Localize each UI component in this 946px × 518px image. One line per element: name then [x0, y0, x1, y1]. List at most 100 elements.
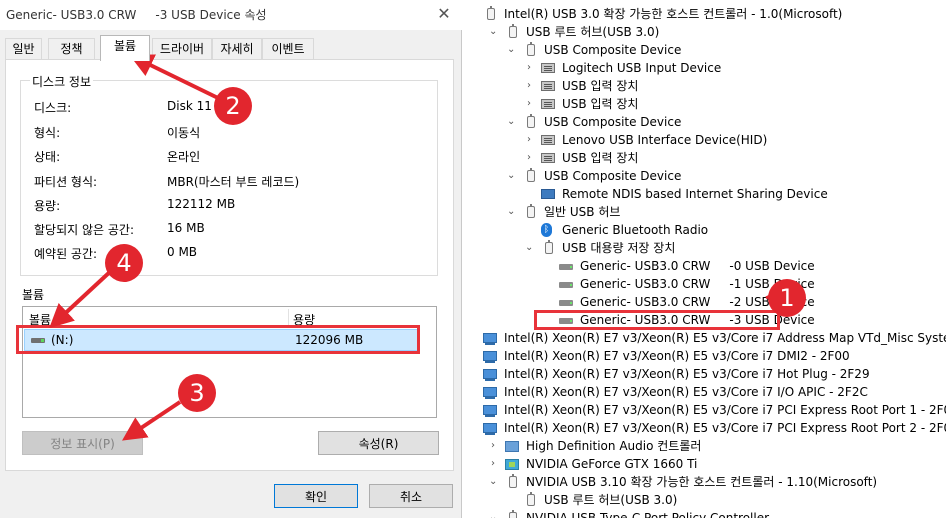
tree-item[interactable]: Remote NDIS based Internet Sharing Devic… — [463, 185, 946, 203]
cancel-button[interactable]: 취소 — [369, 484, 453, 508]
chevron-right-icon[interactable]: › — [525, 95, 533, 113]
tree-item[interactable]: ⌄ USB Composite Device — [463, 167, 946, 185]
tree-item-label: USB 입력 장치 — [562, 97, 639, 111]
tree-item[interactable]: › USB 입력 장치 — [463, 149, 946, 167]
chevron-right-icon[interactable]: › — [525, 77, 533, 95]
usb-device-icon — [527, 114, 535, 128]
usb-device-icon — [527, 204, 535, 218]
disk-info-title: 디스크 정보 — [30, 73, 94, 90]
chevron-down-icon[interactable]: ⌄ — [507, 113, 515, 131]
hid-device-icon — [541, 63, 555, 73]
disk-device-icon — [559, 300, 573, 306]
tree-item[interactable]: Intel(R) Xeon(R) E7 v3/Xeon(R) E5 v3/Cor… — [463, 419, 946, 437]
tree-item[interactable]: Generic- USB3.0 CRW -1 USB Device — [463, 275, 946, 293]
tree-item[interactable]: Generic- USB3.0 CRW -2 USB Device — [463, 293, 946, 311]
chevron-down-icon[interactable]: ⌄ — [489, 473, 497, 491]
badge-1: 1 — [768, 279, 806, 317]
unallocated-label: 할당되지 않은 공간: — [34, 223, 134, 237]
tree-item-label: Intel(R) USB 3.0 확장 가능한 호스트 컨트롤러 - 1.0(M… — [504, 7, 843, 21]
tree-item[interactable]: Intel(R) Xeon(R) E7 v3/Xeon(R) E5 v3/Cor… — [463, 401, 946, 419]
tab-driver[interactable]: 드라이버 — [152, 38, 212, 60]
hid-device-icon — [541, 99, 555, 109]
tab-volumes[interactable]: 볼륨 — [100, 35, 150, 61]
volume-list[interactable]: 볼륨 용량 (N:) 122096 MB — [22, 306, 437, 418]
tree-item-label: Intel(R) Xeon(R) E7 v3/Xeon(R) E5 v3/Cor… — [504, 331, 946, 345]
reserved-label: 예약된 공간: — [34, 247, 98, 261]
chevron-down-icon[interactable]: ⌄ — [489, 509, 497, 518]
usb-device-icon — [487, 6, 495, 20]
bt-device-icon: ᛒ — [541, 223, 552, 237]
chevron-right-icon[interactable]: › — [489, 455, 497, 473]
capacity-value: 122112 MB — [167, 197, 236, 211]
tree-item[interactable]: ⌄ NVIDIA USB 3.10 확장 가능한 호스트 컨트롤러 - 1.10(… — [463, 473, 946, 491]
tree-item-label: Generic- USB3.0 CRW -0 USB Device — [580, 259, 815, 273]
tree-item[interactable]: Intel(R) Xeon(R) E7 v3/Xeon(R) E5 v3/Cor… — [463, 365, 946, 383]
close-icon[interactable]: ✕ — [432, 3, 456, 25]
tree-item[interactable]: ⌄ 일반 USB 허브 — [463, 203, 946, 221]
tree-item[interactable]: Intel(R) USB 3.0 확장 가능한 호스트 컨트롤러 - 1.0(M… — [463, 5, 946, 23]
badge-2: 2 — [214, 87, 252, 125]
tree-item[interactable]: Intel(R) Xeon(R) E7 v3/Xeon(R) E5 v3/Cor… — [463, 329, 946, 347]
show-info-button[interactable]: 정보 표시(P) — [22, 431, 143, 455]
chevron-down-icon[interactable]: ⌄ — [525, 239, 533, 257]
chevron-right-icon[interactable]: › — [525, 131, 533, 149]
tree-item[interactable]: Intel(R) Xeon(R) E7 v3/Xeon(R) E5 v3/Cor… — [463, 383, 946, 401]
tree-item[interactable]: › USB 입력 장치 — [463, 95, 946, 113]
tree-item-label: 일반 USB 허브 — [544, 205, 621, 219]
chevron-right-icon[interactable]: › — [525, 59, 533, 77]
tree-item-label: USB 루트 허브(USB 3.0) — [526, 25, 660, 39]
partition-style-label: 파티션 형식: — [34, 175, 98, 189]
tree-item[interactable]: USB 루트 허브(USB 3.0) — [463, 491, 946, 509]
tree-item-label: Intel(R) Xeon(R) E7 v3/Xeon(R) E5 v3/Cor… — [504, 349, 850, 363]
usb-device-icon — [509, 474, 517, 488]
tree-item-label: USB Composite Device — [544, 115, 682, 129]
tree-item-label: Intel(R) Xeon(R) E7 v3/Xeon(R) E5 v3/Cor… — [504, 403, 946, 417]
tree-item-label: Intel(R) Xeon(R) E7 v3/Xeon(R) E5 v3/Cor… — [504, 367, 870, 381]
badge-4: 4 — [105, 244, 143, 282]
tree-item-label: Intel(R) Xeon(R) E7 v3/Xeon(R) E5 v3/Cor… — [504, 421, 946, 435]
tree-item-label: Remote NDIS based Internet Sharing Devic… — [562, 187, 828, 201]
chip-device-icon — [483, 423, 497, 435]
tree-item[interactable]: ⌄ NVIDIA USB Type-C Port Policy Controlle… — [463, 509, 946, 518]
chevron-down-icon[interactable]: ⌄ — [507, 167, 515, 185]
tree-item[interactable]: ⌄ USB 루트 허브(USB 3.0) — [463, 23, 946, 41]
tab-policy[interactable]: 정책 — [48, 38, 95, 60]
tree-item[interactable]: ⌄ USB Composite Device — [463, 113, 946, 131]
status-label: 상태: — [34, 150, 61, 164]
chevron-down-icon[interactable]: ⌄ — [489, 23, 497, 41]
tree-item[interactable]: Intel(R) Xeon(R) E7 v3/Xeon(R) E5 v3/Cor… — [463, 347, 946, 365]
chevron-down-icon[interactable]: ⌄ — [507, 203, 515, 221]
tab-general[interactable]: 일반 — [5, 38, 42, 60]
tree-item[interactable]: ᛒ Generic Bluetooth Radio — [463, 221, 946, 239]
chevron-right-icon[interactable]: › — [525, 149, 533, 167]
dialog-title-bar[interactable]: Generic- USB3.0 CRW -3 USB Device 속성 ✕ — [0, 0, 462, 30]
usb-device-icon — [509, 510, 517, 518]
hid-device-icon — [541, 81, 555, 91]
tree-item[interactable]: › USB 입력 장치 — [463, 77, 946, 95]
disk-device-icon — [559, 264, 573, 270]
tree-item[interactable]: › High Definition Audio 컨트롤러 — [463, 437, 946, 455]
tree-item[interactable]: ⌄ USB Composite Device — [463, 41, 946, 59]
tree-item[interactable]: › Lenovo USB Interface Device(HID) — [463, 131, 946, 149]
tree-item-label: Generic Bluetooth Radio — [562, 223, 709, 237]
type-label: 형식: — [34, 126, 61, 140]
tree-item[interactable]: Generic- USB3.0 CRW -0 USB Device — [463, 257, 946, 275]
tree-item-label: USB 대용량 저장 장치 — [562, 241, 676, 255]
partition-style-value: MBR(마스터 부트 레코드) — [167, 175, 300, 189]
properties-button[interactable]: 속성(R) — [318, 431, 439, 455]
properties-dialog: Generic- USB3.0 CRW -3 USB Device 속성 ✕ 일… — [0, 0, 462, 518]
ok-button[interactable]: 확인 — [274, 484, 358, 508]
device-manager-tree[interactable]: Intel(R) USB 3.0 확장 가능한 호스트 컨트롤러 - 1.0(M… — [463, 0, 946, 518]
usb-device-icon — [527, 492, 535, 506]
tab-details[interactable]: 자세히 — [212, 38, 262, 60]
status-value: 온라인 — [167, 150, 201, 164]
tree-item[interactable]: ⌄ USB 대용량 저장 장치 — [463, 239, 946, 257]
tree-item[interactable]: › NVIDIA GeForce GTX 1660 Ti — [463, 455, 946, 473]
tree-item[interactable]: › Logitech USB Input Device — [463, 59, 946, 77]
disk-value: Disk 11 — [167, 99, 212, 113]
chevron-down-icon[interactable]: ⌄ — [507, 41, 515, 59]
usb-device-icon — [545, 240, 553, 254]
tree-item-label: USB 입력 장치 — [562, 79, 639, 93]
chevron-right-icon[interactable]: › — [489, 437, 497, 455]
tab-events[interactable]: 이벤트 — [262, 38, 314, 60]
